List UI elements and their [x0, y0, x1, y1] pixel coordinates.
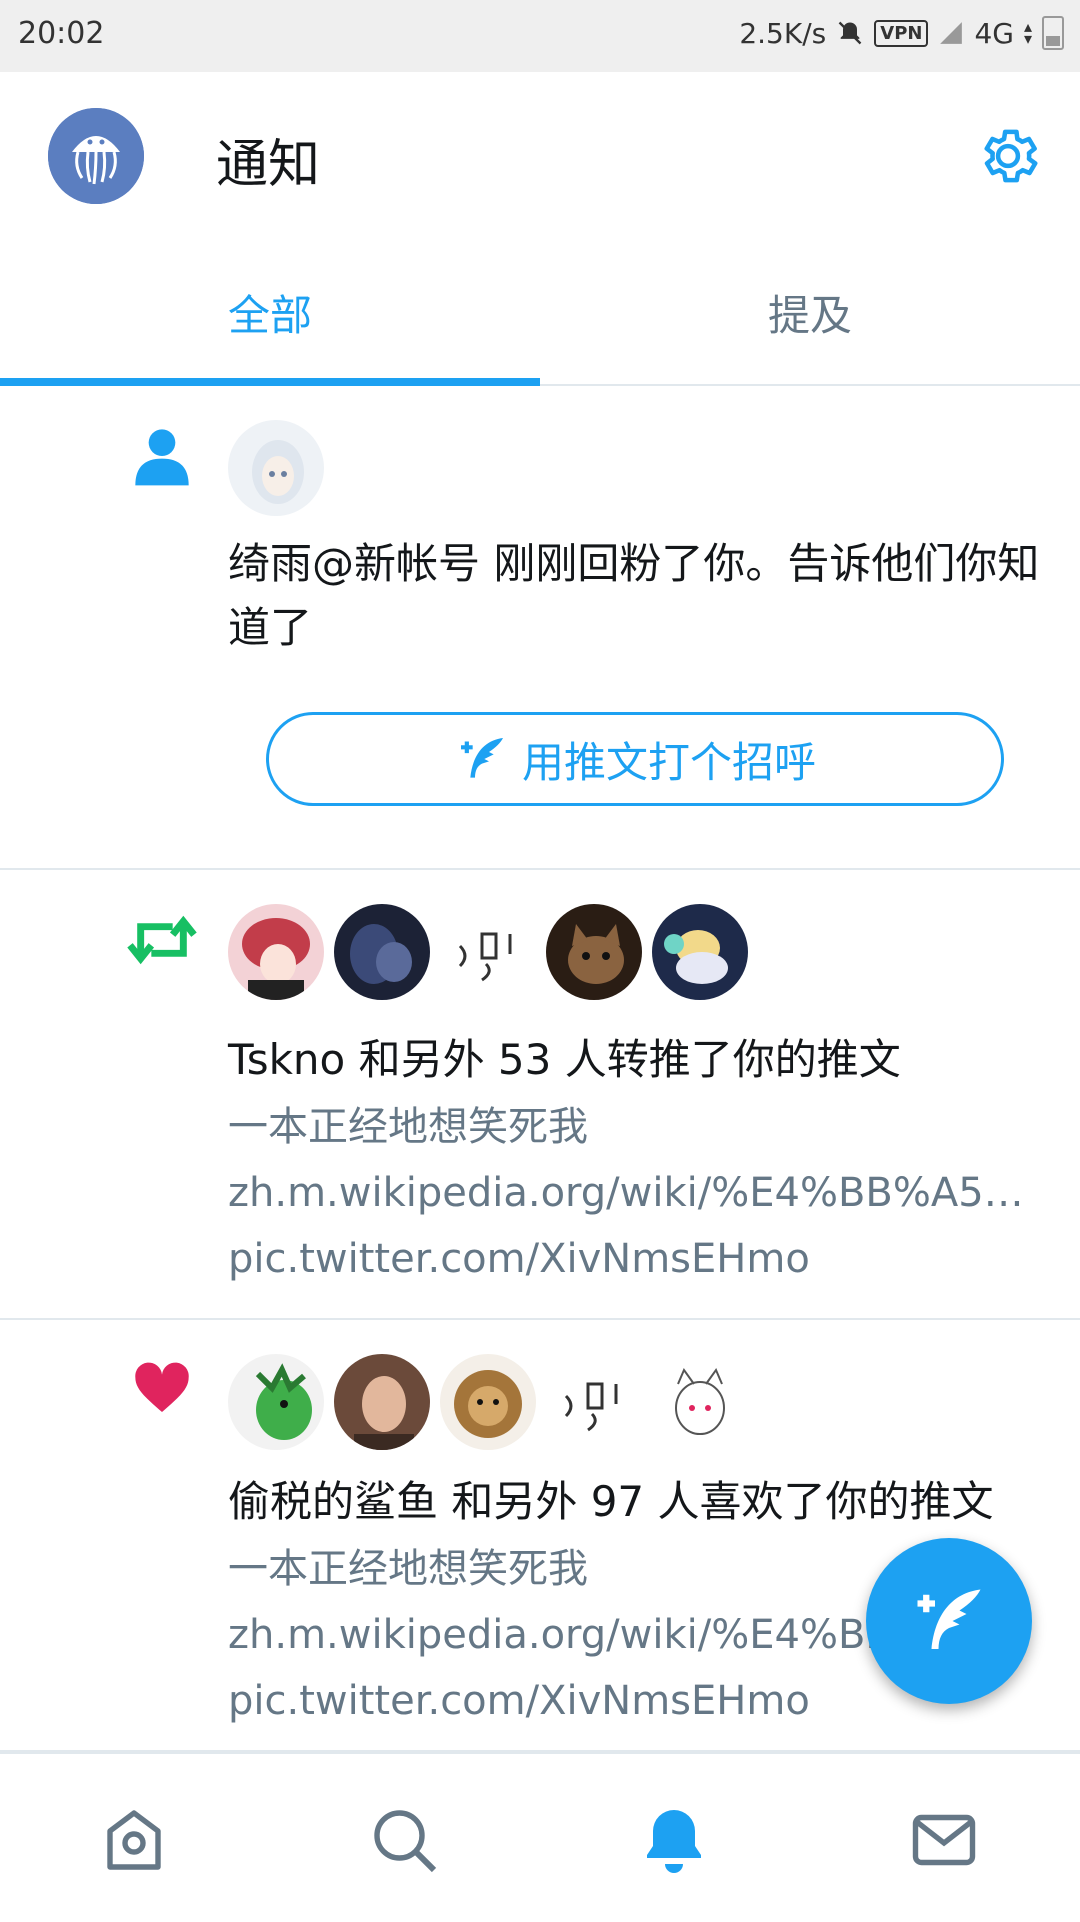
notification-item-retweet[interactable]: Tskno 和另外 53 人转推了你的推文 一本正经地想笑死我 zh.m.wik… [0, 868, 1080, 1320]
notification-message: 绮雨@新帐号 刚刚回粉了你。告诉他们你知道了 [228, 539, 1040, 652]
home-icon[interactable] [98, 1804, 170, 1876]
page-title: 通知 [216, 135, 321, 195]
profile-avatar[interactable] [48, 108, 144, 204]
tab-mentions[interactable]: 提及 [540, 282, 1080, 343]
net-speed: 2.5K/s [739, 16, 827, 50]
sketch-avatar-icon [652, 1354, 748, 1450]
avatar[interactable] [228, 904, 324, 1000]
retweet-icon [127, 915, 197, 965]
avatar[interactable] [334, 904, 430, 1000]
notification-message: Tskno 和另外 53 人转推了你的推文 [228, 1035, 901, 1084]
notification-item-follow[interactable]: 绮雨@新帐号 刚刚回粉了你。告诉他们你知道了 用推文打个招呼 [0, 386, 1080, 870]
network-type: 4G [974, 16, 1014, 50]
avatar[interactable] [228, 1354, 324, 1450]
status-bar: 20:02 2.5K/s VPN 4G ▴ ▾ [0, 0, 1080, 72]
compose-feather-icon [917, 1589, 981, 1649]
jellyfish-avatar-icon [48, 108, 144, 204]
anime-avatar-icon [334, 904, 430, 1000]
status-icons: 2.5K/s VPN 4G ▴ ▾ [739, 16, 1064, 50]
avatar[interactable] [652, 1354, 748, 1450]
app-header: 通知 [0, 72, 1080, 242]
say-hi-label: 用推文打个招呼 [521, 737, 816, 787]
cat-avatar-icon [546, 904, 642, 1000]
tweet-link[interactable]: zh.m.wikipedia.org/wiki/%E4%BB%A5… [228, 1160, 1040, 1226]
mail-icon[interactable] [908, 1804, 980, 1876]
data-arrows-icon: ▴ ▾ [1023, 17, 1032, 48]
avatar[interactable] [440, 1354, 536, 1450]
gear-icon[interactable] [974, 122, 1042, 190]
retweeter-avatars [228, 904, 748, 1000]
green-character-avatar-icon [228, 1354, 324, 1450]
lion-avatar-icon [440, 1354, 536, 1450]
bottom-navigation [0, 1752, 1080, 1922]
avatar[interactable] [546, 904, 642, 1000]
avatar[interactable] [334, 1354, 430, 1450]
compose-feather-icon [460, 738, 503, 778]
say-hi-button[interactable]: 用推文打个招呼 [266, 712, 1004, 806]
search-icon[interactable] [368, 1804, 440, 1876]
avatar[interactable] [652, 904, 748, 1000]
heart-icon [135, 1362, 189, 1412]
status-time: 20:02 [18, 16, 105, 51]
anime-avatar-icon [228, 904, 324, 1000]
anime-avatar-icon [652, 904, 748, 1000]
tweet-pic-link[interactable]: pic.twitter.com/XivNmsEHmo [228, 1226, 1040, 1292]
calligraphy-avatar-icon [440, 904, 536, 1000]
mute-bell-icon [838, 21, 862, 45]
compose-tweet-button[interactable] [866, 1538, 1032, 1704]
follower-avatars [228, 420, 324, 516]
anime-avatar-icon [228, 420, 324, 516]
vpn-badge: VPN [874, 19, 929, 47]
person-icon [135, 429, 189, 486]
notification-message: 偷税的鲨鱼 和另外 97 人喜欢了你的推文 [228, 1477, 994, 1526]
battery-icon [1042, 16, 1064, 50]
signal-icon [940, 22, 963, 44]
liker-avatars [228, 1354, 748, 1450]
avatar[interactable] [228, 420, 324, 516]
photo-avatar-icon [334, 1354, 430, 1450]
avatar[interactable] [440, 904, 536, 1000]
calligraphy-avatar-icon [546, 1354, 642, 1450]
tweet-text: 一本正经地想笑死我 [228, 1104, 588, 1150]
notification-tabs: 全部 提及 [0, 242, 1080, 386]
bell-icon[interactable] [638, 1804, 710, 1876]
tab-all[interactable]: 全部 [0, 282, 540, 343]
active-tab-indicator [0, 378, 540, 386]
avatar[interactable] [546, 1354, 642, 1450]
